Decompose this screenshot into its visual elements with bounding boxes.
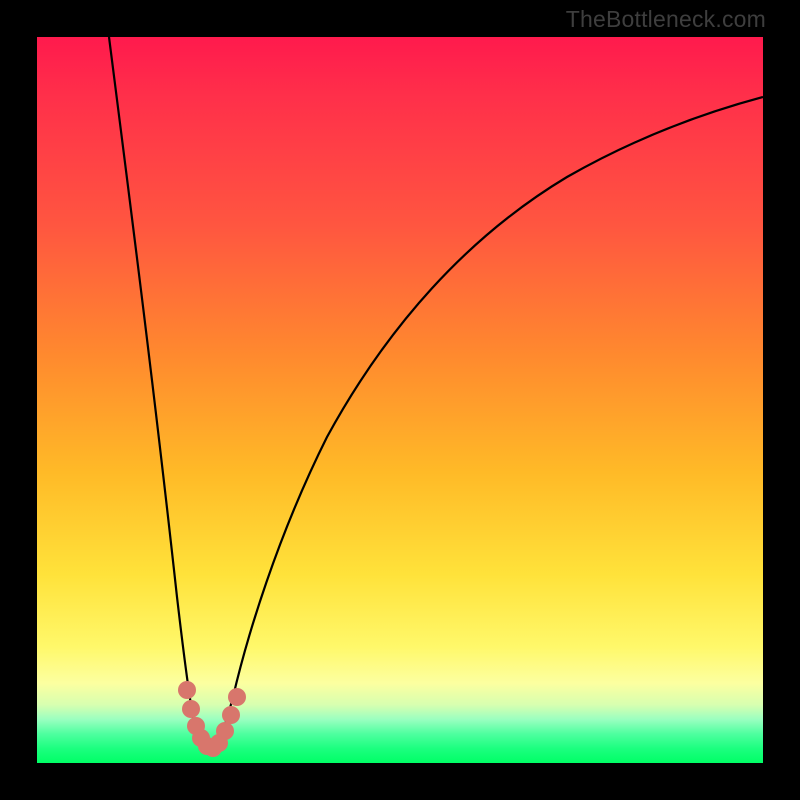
- chart-frame: TheBottleneck.com: [0, 0, 800, 800]
- plot-area: [37, 37, 763, 763]
- bottleneck-curve: [109, 37, 763, 751]
- curve-layer: [37, 37, 763, 763]
- sweet-spot-markers: [178, 681, 246, 757]
- watermark-text: TheBottleneck.com: [566, 6, 766, 33]
